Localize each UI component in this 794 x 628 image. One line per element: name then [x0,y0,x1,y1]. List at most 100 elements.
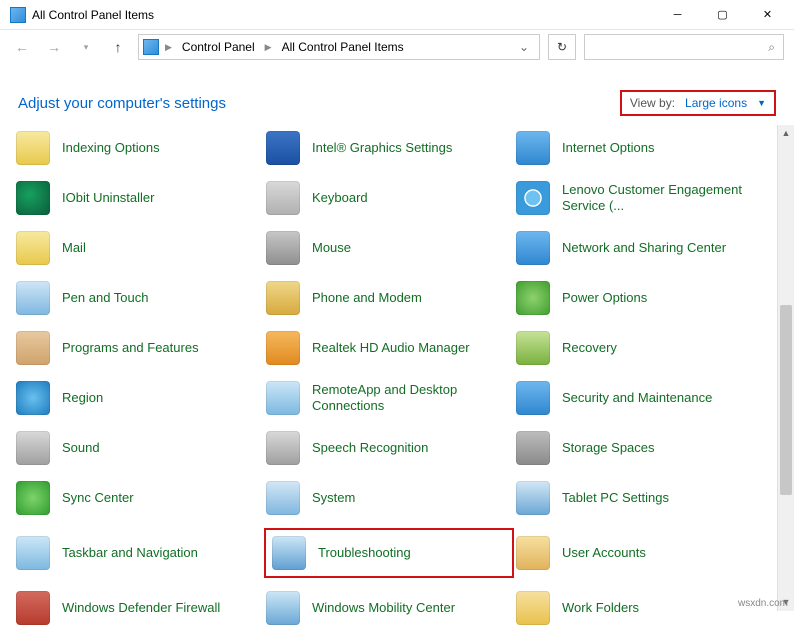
sync-icon [16,481,50,515]
power-icon [516,281,550,315]
item-label: Power Options [562,290,647,306]
addressbar-dropdown[interactable]: ⌄ [513,40,535,54]
watermark: wsxdn.com [738,598,788,609]
item-label: User Accounts [562,545,646,561]
window-title: All Control Panel Items [32,8,154,22]
control-panel-item[interactable]: Programs and Features [14,328,264,368]
mobility-icon [266,591,300,625]
control-panel-item[interactable]: Troubleshooting [264,528,514,578]
intel-icon [266,131,300,165]
minimize-button[interactable]: ─ [655,1,700,29]
refresh-button[interactable]: ↻ [548,34,576,60]
maximize-button[interactable]: ▢ [700,1,745,29]
iobit-icon [16,181,50,215]
storage-icon [516,431,550,465]
control-panel-item[interactable]: Realtek HD Audio Manager [264,328,514,368]
control-panel-item[interactable]: User Accounts [514,528,764,578]
item-label: Indexing Options [62,140,160,156]
close-button[interactable]: ✕ [745,1,790,29]
breadcrumb-current[interactable]: All Control Panel Items [278,38,408,56]
realtek-icon [266,331,300,365]
item-label: System [312,490,355,506]
item-label: Security and Maintenance [562,390,712,406]
item-label: Taskbar and Navigation [62,545,198,561]
control-panel-item[interactable]: Taskbar and Navigation [14,528,264,578]
forward-button[interactable]: → [42,35,66,59]
item-label: Tablet PC Settings [562,490,669,506]
pen-icon [16,281,50,315]
control-panel-item[interactable]: Lenovo Customer Engagement Service (... [514,178,764,218]
taskbar-icon [16,536,50,570]
item-label: Work Folders [562,600,639,616]
users-icon [516,536,550,570]
control-panel-item[interactable]: Sync Center [14,478,264,518]
control-panel-item[interactable]: Mouse [264,228,514,268]
control-panel-item[interactable]: Sound [14,428,264,468]
scroll-up-button[interactable]: ▲ [778,125,794,142]
chevron-right-icon: ▶ [163,42,174,53]
item-label: Troubleshooting [318,545,411,561]
item-label: IObit Uninstaller [62,190,154,206]
control-panel-item[interactable]: Intel® Graphics Settings [264,128,514,168]
navbar: ← → ▾ ↑ ▶ Control Panel ▶ All Control Pa… [0,30,794,66]
folders-icon [516,591,550,625]
control-panel-item[interactable]: Tablet PC Settings [514,478,764,518]
lenovo-icon [516,181,550,215]
network-icon [516,231,550,265]
content-area: Indexing Options Intel® Graphics Settings… [0,124,794,628]
back-button[interactable]: ← [10,35,34,59]
control-panel-item[interactable]: Keyboard [264,178,514,218]
viewby-selector[interactable]: View by: Large icons ▼ [620,90,776,116]
mail-icon [16,231,50,265]
item-label: Region [62,390,103,406]
control-panel-item[interactable]: Region [14,378,264,418]
control-panel-item[interactable]: Phone and Modem [264,278,514,318]
item-label: Keyboard [312,190,368,206]
control-panel-item[interactable]: IObit Uninstaller [14,178,264,218]
control-panel-item[interactable]: Mail [14,228,264,268]
indexing-icon [16,131,50,165]
control-panel-item[interactable]: Windows Mobility Center [264,588,514,628]
item-label: Mouse [312,240,351,256]
items-grid: Indexing Options Intel® Graphics Settings… [0,128,794,628]
recovery-icon [516,331,550,365]
internet-icon [516,131,550,165]
control-panel-item[interactable]: Internet Options [514,128,764,168]
security-icon [516,381,550,415]
control-panel-item[interactable]: Security and Maintenance [514,378,764,418]
viewby-value[interactable]: Large icons [685,96,747,110]
item-label: Phone and Modem [312,290,422,306]
vertical-scrollbar[interactable]: ▲ ▼ [777,125,794,611]
item-label: Sync Center [62,490,134,506]
item-label: Network and Sharing Center [562,240,726,256]
control-panel-item[interactable]: System [264,478,514,518]
search-input[interactable]: ⌕ [584,34,784,60]
remote-icon [266,381,300,415]
control-panel-item[interactable]: Windows Defender Firewall [14,588,264,628]
control-panel-item[interactable]: RemoteApp and Desktop Connections [264,378,514,418]
programs-icon [16,331,50,365]
breadcrumb-root[interactable]: Control Panel [178,38,259,56]
control-panel-item[interactable]: Work Folders [514,588,764,628]
page-title: Adjust your computer's settings [18,95,620,112]
item-label: Speech Recognition [312,440,428,456]
recent-dropdown[interactable]: ▾ [74,35,98,59]
item-label: Windows Defender Firewall [62,600,220,616]
control-panel-item[interactable]: Power Options [514,278,764,318]
address-bar[interactable]: ▶ Control Panel ▶ All Control Panel Item… [138,34,540,60]
control-panel-item[interactable]: Storage Spaces [514,428,764,468]
control-panel-item[interactable]: Speech Recognition [264,428,514,468]
addressbar-icon [143,39,159,55]
trouble-icon [272,536,306,570]
control-panel-item[interactable]: Recovery [514,328,764,368]
titlebar: All Control Panel Items ─ ▢ ✕ [0,0,794,30]
control-panel-item[interactable]: Indexing Options [14,128,264,168]
scrollbar-thumb[interactable] [780,305,792,495]
search-icon: ⌕ [768,40,775,55]
control-panel-item[interactable]: Pen and Touch [14,278,264,318]
speech-icon [266,431,300,465]
mouse-icon [266,231,300,265]
control-panel-item[interactable]: Network and Sharing Center [514,228,764,268]
item-label: Storage Spaces [562,440,655,456]
up-button[interactable]: ↑ [106,35,130,59]
